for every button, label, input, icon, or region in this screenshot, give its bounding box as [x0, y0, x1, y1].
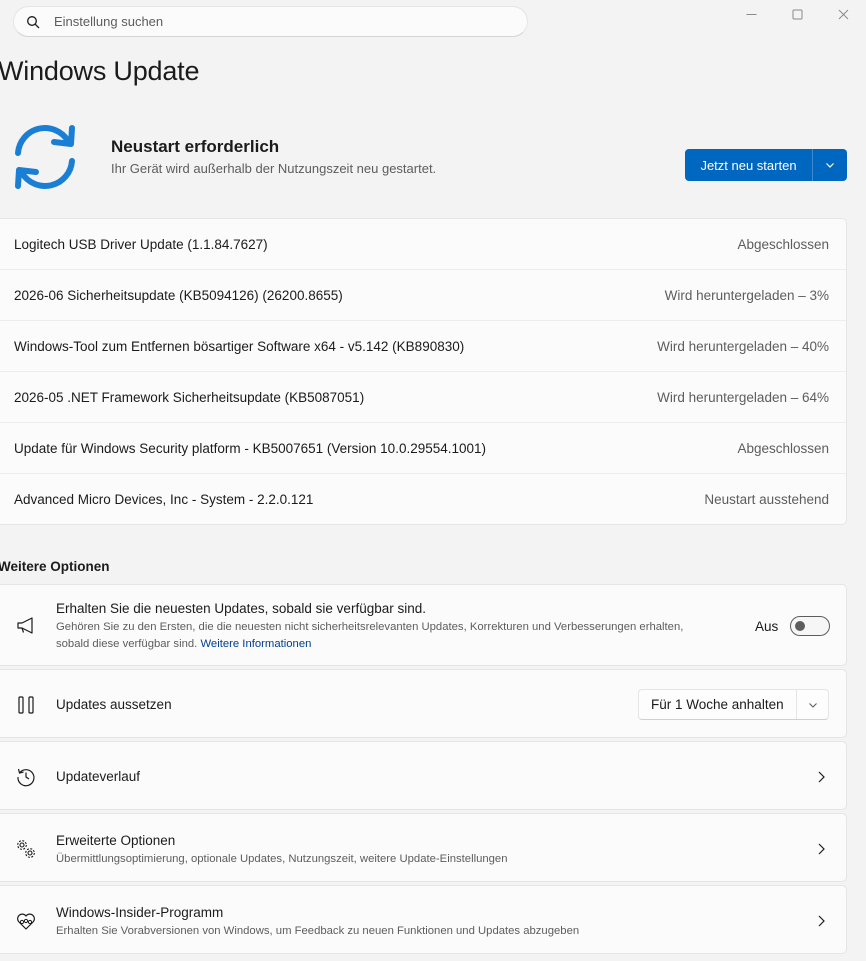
- update-row: Windows-Tool zum Entfernen bösartiger So…: [0, 321, 846, 372]
- update-row: 2026-05 .NET Framework Sicherheitsupdate…: [0, 372, 846, 423]
- update-status: Wird heruntergeladen – 40%: [657, 338, 829, 354]
- insider-program-title: Windows-Insider-Programm: [56, 905, 224, 920]
- restart-options-button[interactable]: [813, 149, 847, 181]
- update-row: Advanced Micro Devices, Inc - System - 2…: [0, 474, 846, 525]
- insider-icon: [14, 909, 38, 933]
- advanced-options-title: Erweiterte Optionen: [56, 833, 176, 848]
- update-name: Logitech USB Driver Update (1.1.84.7627): [14, 236, 268, 252]
- search-icon: [27, 15, 40, 28]
- sync-icon: [15, 125, 75, 189]
- chevron-down-icon: [797, 700, 828, 710]
- pause-updates-card: Updates aussetzen Für 1 Woche anhalten: [0, 669, 847, 738]
- chevron-right-icon: [818, 771, 825, 783]
- pause-duration-value: Für 1 Woche anhalten: [639, 690, 797, 719]
- restart-now-button[interactable]: Jetzt neu starten: [685, 149, 813, 181]
- history-icon: [14, 765, 38, 789]
- gears-icon: [14, 837, 38, 861]
- chevron-right-icon: [818, 843, 825, 855]
- update-list: Logitech USB Driver Update (1.1.84.7627)…: [0, 218, 847, 525]
- insider-program-description: Erhalten Sie Vorabversionen von Windows,…: [56, 925, 580, 937]
- update-name: Advanced Micro Devices, Inc - System - 2…: [14, 492, 314, 507]
- chevron-down-icon: [826, 163, 834, 168]
- update-row: Logitech USB Driver Update (1.1.84.7627)…: [0, 219, 846, 270]
- latest-updates-toggle[interactable]: [790, 616, 830, 636]
- chevron-right-icon: [818, 915, 825, 927]
- maximize-icon[interactable]: [774, 4, 820, 24]
- latest-updates-description: Gehören Sie zu den Ersten, die die neues…: [56, 619, 683, 653]
- toggle-knob: [795, 621, 805, 631]
- restart-now-split-button: Jetzt neu starten: [685, 149, 847, 181]
- update-name: 2026-05 .NET Framework Sicherheitsupdate…: [14, 389, 365, 405]
- megaphone-icon: [14, 614, 38, 638]
- latest-updates-desc-line1: Gehören Sie zu den Ersten, die die neues…: [56, 621, 684, 633]
- restart-title: Neustart erforderlich: [111, 137, 280, 156]
- update-status: Abgeschlossen: [737, 440, 829, 456]
- update-status: Wird heruntergeladen – 64%: [657, 389, 829, 405]
- pause-updates-title: Updates aussetzen: [56, 697, 172, 712]
- update-history-title: Updateverlauf: [56, 769, 141, 784]
- search-box[interactable]: [13, 6, 528, 37]
- update-name: 2026-06 Sicherheitsupdate (KB5094126) (2…: [14, 287, 343, 303]
- minimize-icon[interactable]: [728, 4, 774, 24]
- pause-duration-dropdown[interactable]: Für 1 Woche anhalten: [638, 689, 829, 720]
- update-name: Windows-Tool zum Entfernen bösartiger So…: [14, 338, 465, 354]
- latest-updates-card: Erhalten Sie die neuesten Updates, sobal…: [0, 584, 847, 666]
- update-name: Update für Windows Security platform - K…: [14, 440, 487, 456]
- update-status: Wird heruntergeladen – 3%: [664, 287, 829, 303]
- toggle-label: Aus: [755, 619, 779, 634]
- close-icon[interactable]: [820, 4, 866, 24]
- restart-subtitle: Ihr Gerät wird außerhalb der Nutzungszei…: [111, 161, 437, 176]
- update-row: Update für Windows Security platform - K…: [0, 423, 846, 474]
- update-row: 2026-06 Sicherheitsupdate (KB5094126) (2…: [0, 270, 846, 321]
- latest-updates-desc-line2: sobald diese verfügbar sind.: [56, 638, 198, 650]
- advanced-options-card[interactable]: Erweiterte Optionen Übermittlungsoptimie…: [0, 813, 847, 882]
- latest-updates-title: Erhalten Sie die neuesten Updates, sobal…: [56, 601, 426, 616]
- insider-program-card[interactable]: Windows-Insider-Programm Erhalten Sie Vo…: [0, 885, 847, 954]
- update-status: Abgeschlossen: [737, 236, 829, 252]
- page-title: Windows Update: [0, 56, 200, 86]
- update-history-card[interactable]: Updateverlauf: [0, 741, 847, 810]
- more-info-link[interactable]: Weitere Informationen: [200, 638, 311, 650]
- search-input[interactable]: [54, 14, 494, 29]
- window-controls: [728, 4, 866, 24]
- pause-icon: [14, 693, 38, 717]
- advanced-options-description: Übermittlungsoptimierung, optionale Upda…: [56, 853, 508, 865]
- more-options-heading: Weitere Optionen: [0, 559, 110, 574]
- update-status: Neustart ausstehend: [704, 492, 829, 507]
